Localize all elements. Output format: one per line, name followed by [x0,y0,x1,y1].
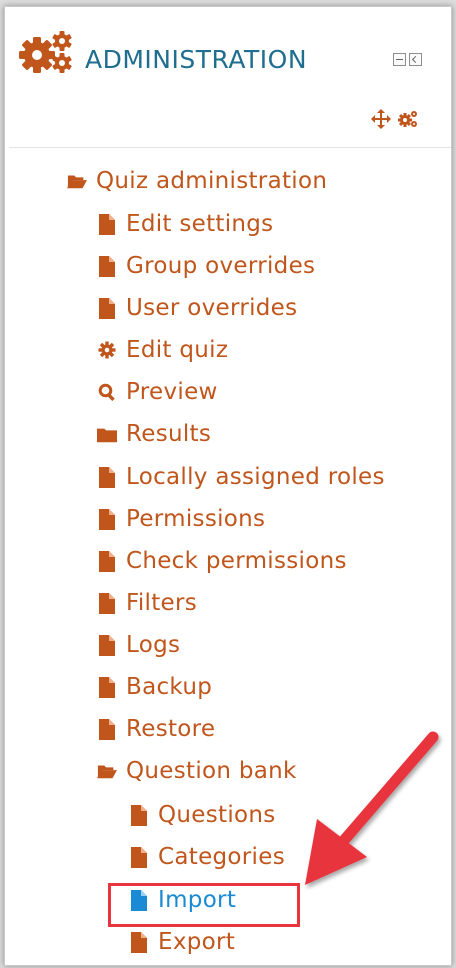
tree-item-label: Check permissions [126,548,347,574]
gear-icon [97,339,117,361]
move-icon[interactable] [371,109,391,129]
file-icon [97,718,117,740]
tree-item-results[interactable]: Results [97,419,211,449]
tree-item-edit-settings[interactable]: Edit settings [97,209,273,239]
file-icon [97,508,117,530]
tree-item-permissions[interactable]: Permissions [97,504,265,534]
tree-item-label: Logs [126,632,181,658]
search-icon [97,381,117,403]
tree-item-label: User overrides [126,295,298,321]
file-icon [129,846,149,868]
tree-item-filters[interactable]: Filters [97,588,197,618]
file-icon [97,255,117,277]
file-icon [129,931,149,953]
tree-node-label: Question bank [126,758,297,784]
file-icon [97,676,117,698]
tree-item-label: Categories [158,844,285,870]
tree-item-label: Results [126,421,212,447]
tree-node-label: Quiz administration [96,168,328,194]
annotation-arrow-icon [305,731,439,885]
file-icon [97,592,117,614]
tree-item-label: Permissions [126,506,266,532]
folder-open-icon [97,760,117,782]
tree-item-preview[interactable]: Preview [97,377,218,407]
tree-item-label: Backup [126,674,213,700]
tree-item-label: Group overrides [126,253,316,279]
tree-item-group-overrides[interactable]: Group overrides [97,251,315,281]
file-icon [97,297,117,319]
tree-item-label: Edit settings [126,211,274,237]
gears-icon [19,31,72,73]
tree-item-questions[interactable]: Questions [129,800,276,830]
file-icon [97,213,117,235]
administration-block: ADMINISTRATION Quiz administration Edit … [4,6,452,966]
tree-item-categories[interactable]: Categories [129,842,285,872]
import-highlight-box [108,883,300,927]
tree-item-label: Preview [126,379,218,405]
tree-item-edit-quiz[interactable]: Edit quiz [97,335,228,365]
tree-item-logs[interactable]: Logs [97,630,180,660]
tree-item-label: Locally assigned roles [126,464,385,490]
dock-block-button[interactable] [393,53,406,66]
block-title: ADMINISTRATION [85,45,308,74]
tree-node-question-bank[interactable]: Question bank [97,756,297,786]
tree-item-check-permissions[interactable]: Check permissions [97,546,347,576]
tree-item-backup[interactable]: Backup [97,672,212,702]
tree-node-quiz-administration[interactable]: Quiz administration [67,166,327,196]
header-divider [9,147,451,148]
tree-item-label: Restore [126,716,216,742]
tree-item-export[interactable]: Export [129,927,235,957]
tree-item-label: Export [158,929,236,955]
folder-open-icon [67,170,87,192]
tree-item-restore[interactable]: Restore [97,714,215,744]
block-header: ADMINISTRATION [5,7,451,77]
folder-icon [97,423,117,445]
tree-item-label: Edit quiz [126,337,229,363]
file-icon [97,466,117,488]
file-icon [97,634,117,656]
tree-item-locally-assigned-roles[interactable]: Locally assigned roles [97,462,385,492]
tree-item-label: Filters [126,590,198,616]
block-actions-gear-icon[interactable] [397,109,419,129]
tree-item-label: Questions [158,802,276,828]
file-icon [129,804,149,826]
file-icon [97,550,117,572]
hide-block-button[interactable] [409,53,422,66]
tree-item-user-overrides[interactable]: User overrides [97,293,297,323]
